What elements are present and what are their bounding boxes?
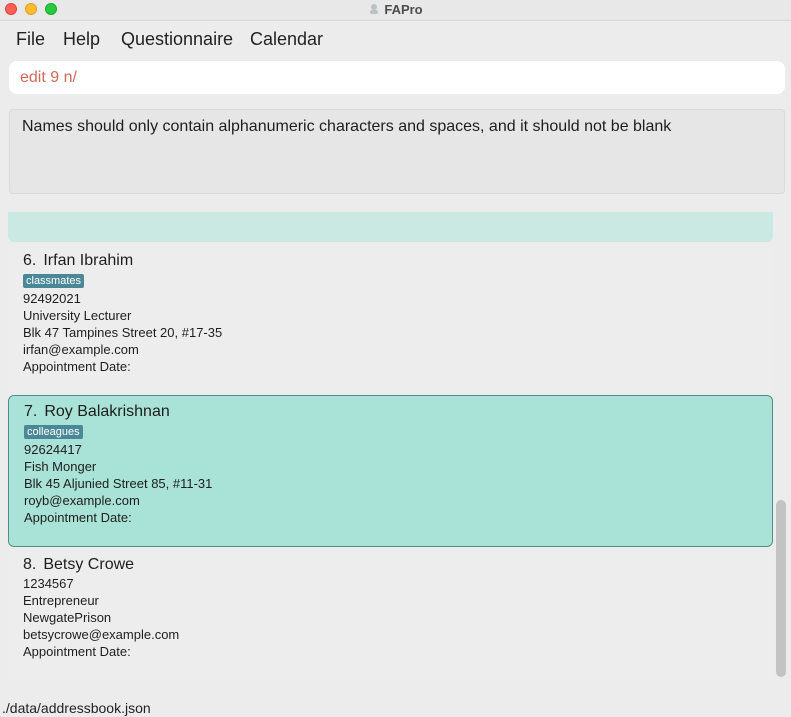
person-name-line: 6. Irfan Ibrahim [23, 251, 758, 271]
title-bar: FAPro [0, 0, 791, 21]
menu-calendar[interactable]: Calendar [250, 29, 323, 50]
app-icon [370, 4, 379, 14]
person-phone: 1234567 [23, 576, 74, 591]
person-phone: 92492021 [23, 291, 81, 306]
person-card-selected[interactable]: 7. Roy Balakrishnan colleagues 92624417 F… [8, 395, 773, 547]
menu-help[interactable]: Help [63, 29, 100, 50]
command-input-text: edit 9 n/ [20, 69, 77, 86]
menu-bar: File Help Questionnaire Calendar [0, 22, 791, 56]
menu-file[interactable]: File [16, 29, 45, 50]
person-name-line: 8. Betsy Crowe [23, 555, 758, 575]
person-tag: classmates [23, 274, 85, 288]
person-name: Irfan Ibrahim [43, 252, 134, 269]
person-phone: 92624417 [24, 442, 82, 457]
person-index: 7. [24, 403, 38, 420]
person-occupation: Fish Monger [24, 459, 97, 474]
person-index: 8. [23, 556, 37, 573]
person-list[interactable]: 6. Irfan Ibrahim classmates 92492021 Univ… [8, 212, 780, 684]
person-address: Blk 45 Aljunied Street 85, #11-31 [24, 476, 213, 491]
status-bar-file-path: ./data/addressbook.json [2, 700, 151, 716]
person-name: Roy Balakrishnan [44, 403, 170, 420]
person-address: NewgatePrison [23, 610, 112, 625]
person-appointment: Appointment Date: [24, 510, 132, 525]
person-name: Betsy Crowe [43, 556, 135, 573]
person-appointment: Appointment Date: [23, 359, 131, 374]
window-title: FAPro [384, 2, 423, 17]
person-card[interactable]: 8. Betsy Crowe 1234567 Entrepreneur Newga… [8, 549, 773, 681]
person-card-partial[interactable] [8, 212, 773, 242]
person-email: betsycrowe@example.com [23, 627, 180, 642]
result-display: Names should only contain alphanumeric c… [9, 109, 785, 194]
person-appointment: Appointment Date: [23, 644, 131, 659]
list-scrollbar[interactable] [776, 500, 786, 677]
menu-questionnaire[interactable]: Questionnaire [121, 29, 233, 50]
command-input[interactable]: edit 9 n/ [9, 61, 785, 94]
person-name-line: 7. Roy Balakrishnan [24, 402, 757, 422]
person-occupation: University Lecturer [23, 308, 132, 323]
person-occupation: Entrepreneur [23, 593, 99, 608]
person-card[interactable]: 6. Irfan Ibrahim classmates 92492021 Univ… [8, 245, 773, 393]
person-index: 6. [23, 252, 37, 269]
person-email: irfan@example.com [23, 342, 139, 357]
window-title-wrap: FAPro [0, 2, 791, 17]
result-message: Names should only contain alphanumeric c… [22, 118, 672, 135]
person-email: royb@example.com [24, 493, 140, 508]
person-tag: colleagues [24, 425, 83, 439]
person-address: Blk 47 Tampines Street 20, #17-35 [23, 325, 223, 340]
